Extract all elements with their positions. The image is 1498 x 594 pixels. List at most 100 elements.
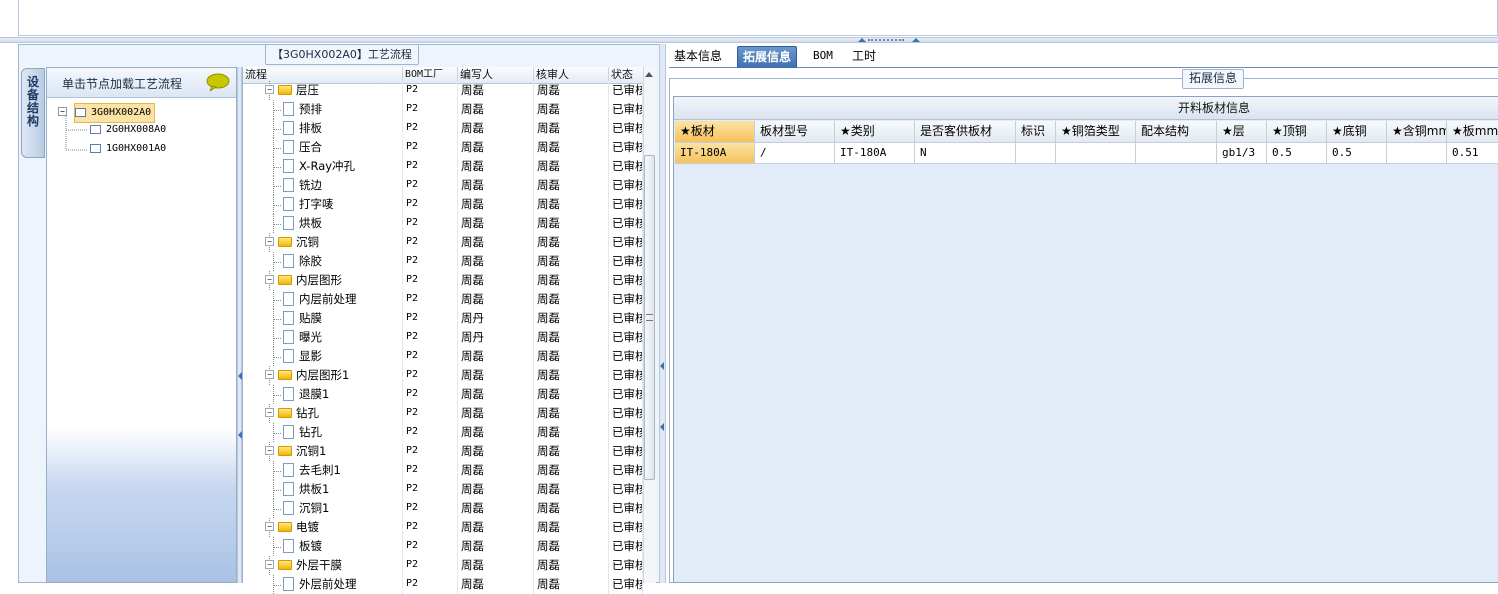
reviewer-cell: 周磊	[534, 176, 609, 195]
tree-node-child[interactable]: 2G0HX008A0	[90, 121, 166, 139]
tree-expander-icon[interactable]: −	[58, 107, 67, 116]
tree-expander-icon[interactable]: −	[265, 446, 274, 455]
collapse-left-icon[interactable]	[660, 423, 664, 431]
tree-expander-icon[interactable]: −	[265, 522, 274, 531]
bom-cell: P2	[403, 233, 458, 252]
material-cell[interactable]: N	[915, 143, 1016, 164]
process-name: 退膜1	[299, 387, 330, 401]
status-cell: 已审核	[609, 556, 643, 575]
table-row[interactable]: X-Ray冲孔P2周磊周磊已审核	[243, 157, 643, 176]
table-row[interactable]: 烘板P2周磊周磊已审核	[243, 214, 643, 233]
reviewer-cell: 周磊	[534, 100, 609, 119]
horizontal-splitter[interactable]	[0, 37, 1498, 43]
table-row[interactable]: −电镀P2周磊周磊已审核	[243, 518, 643, 537]
node-icon	[90, 124, 101, 134]
table-row[interactable]: 外层前处理P2周磊周磊已审核	[243, 575, 643, 594]
material-column-header[interactable]: 标识	[1016, 121, 1056, 143]
material-cell[interactable]	[1056, 143, 1136, 164]
main-vertical-splitter[interactable]	[659, 44, 666, 583]
table-row[interactable]: 去毛刺1P2周磊周磊已审核	[243, 461, 643, 480]
tree-expander-icon[interactable]: −	[265, 237, 274, 246]
tree-expander-icon[interactable]: −	[265, 85, 274, 94]
tree-expander-icon[interactable]: −	[265, 560, 274, 569]
tab-bom[interactable]: BOM	[808, 46, 838, 68]
writer-cell: 周丹	[458, 328, 534, 347]
writer-cell: 周磊	[458, 385, 534, 404]
material-column-header[interactable]: ★板mm	[1447, 121, 1498, 143]
table-row[interactable]: 退膜1P2周磊周磊已审核	[243, 385, 643, 404]
chat-bubble-icon[interactable]	[206, 73, 230, 91]
table-row[interactable]: 贴膜 P2周丹周磊已审核	[243, 309, 643, 328]
process-cell: 内层前处理	[243, 290, 403, 309]
tree-node-root[interactable]: 3G0HX002A0	[74, 103, 156, 123]
material-column-header[interactable]: 板材型号	[755, 121, 835, 143]
material-column-header[interactable]: ★含铜mm	[1387, 121, 1447, 143]
table-row[interactable]: 排板P2周磊周磊已审核	[243, 119, 643, 138]
table-row[interactable]: 预排P2周磊周磊已审核	[243, 100, 643, 119]
table-row[interactable]: 除胶P2周磊周磊已审核	[243, 252, 643, 271]
material-cell[interactable]: 0.5	[1327, 143, 1387, 164]
table-row[interactable]: −内层图形P2周磊周磊已审核	[243, 271, 643, 290]
status-cell: 已审核	[609, 214, 643, 233]
table-row[interactable]: −内层图形1P2周磊周磊已审核	[243, 366, 643, 385]
material-column-header[interactable]: ★顶铜	[1267, 121, 1327, 143]
material-column-header[interactable]: 是否客供板材	[915, 121, 1016, 143]
document-icon	[283, 139, 294, 154]
writer-cell: 周磊	[458, 442, 534, 461]
material-cell[interactable]	[1136, 143, 1217, 164]
material-column-header[interactable]: ★层	[1217, 121, 1267, 143]
tree-expander-icon[interactable]: −	[265, 275, 274, 284]
material-cell[interactable]: 0.5	[1267, 143, 1327, 164]
process-name: 电镀	[296, 520, 319, 534]
table-row[interactable]: 板镀P2周磊周磊已审核	[243, 537, 643, 556]
bom-cell: P2	[403, 480, 458, 499]
collapse-left-icon[interactable]	[660, 362, 664, 370]
tab-extended-info[interactable]: 拓展信息	[737, 46, 798, 68]
bom-cell: P2	[403, 290, 458, 309]
table-row[interactable]: −钻孔P2周磊周磊已审核	[243, 404, 643, 423]
table-row[interactable]: 压合P2周磊周磊已审核	[243, 138, 643, 157]
status-cell: 已审核	[609, 499, 643, 518]
material-cell[interactable]: /	[755, 143, 835, 164]
tree-node-label: 1G0HX001A0	[106, 143, 167, 154]
table-row[interactable]: −沉铜1P2周磊周磊已审核	[243, 442, 643, 461]
material-column-header[interactable]: 配本结构	[1136, 121, 1217, 143]
splitter-grip-icon[interactable]	[868, 39, 904, 42]
splitter-arrow-right-icon[interactable]	[912, 38, 920, 42]
table-row[interactable]: −外层干膜P2周磊周磊已审核	[243, 556, 643, 575]
folder-icon	[278, 274, 292, 285]
tab-work-hours[interactable]: 工时	[847, 46, 881, 68]
material-cell[interactable]: gb1/3	[1217, 143, 1267, 164]
process-cell: 除胶	[243, 252, 403, 271]
tree-node-child[interactable]: 1G0HX001A0	[90, 140, 166, 158]
material-column-header[interactable]: ★铜箔类型	[1056, 121, 1136, 143]
table-row[interactable]: 显影P2周磊周磊已审核	[243, 347, 643, 366]
table-row[interactable]: 铣边P2周磊周磊已审核	[243, 176, 643, 195]
table-row[interactable]: −层压P2周磊周磊已审核	[243, 81, 643, 100]
material-cell[interactable]: IT-180A	[835, 143, 915, 164]
writer-cell: 周磊	[458, 290, 534, 309]
material-cell[interactable]	[1387, 143, 1447, 164]
splitter-arrow-left-icon[interactable]	[858, 38, 866, 42]
table-row[interactable]: 打字唛P2周磊周磊已审核	[243, 195, 643, 214]
material-cell[interactable]: 0.51	[1447, 143, 1498, 164]
table-row[interactable]: −沉铜P2周磊周磊已审核	[243, 233, 643, 252]
process-name: 内层图形1	[296, 368, 350, 382]
table-row[interactable]: 曝光 P2周丹周磊已审核	[243, 328, 643, 347]
material-column-header[interactable]: ★类别	[835, 121, 915, 143]
table-row[interactable]: 烘板1P2周磊周磊已审核	[243, 480, 643, 499]
table-row[interactable]: 沉铜1P2周磊周磊已审核	[243, 499, 643, 518]
status-cell: 已审核	[609, 423, 643, 442]
material-cell[interactable]	[1016, 143, 1056, 164]
writer-cell: 周磊	[458, 404, 534, 423]
table-row[interactable]: 钻孔P2周磊周磊已审核	[243, 423, 643, 442]
material-column-header[interactable]: ★底铜	[1327, 121, 1387, 143]
material-column-header[interactable]: ★板材	[675, 121, 755, 143]
material-cell[interactable]: IT-180A	[675, 143, 755, 164]
tree-expander-icon[interactable]: −	[265, 370, 274, 379]
tab-basic-info[interactable]: 基本信息	[669, 46, 727, 68]
process-cell: − 沉铜	[243, 233, 403, 252]
scroll-up-arrow-icon[interactable]	[645, 72, 653, 77]
table-row[interactable]: 内层前处理P2周磊周磊已审核	[243, 290, 643, 309]
tree-expander-icon[interactable]: −	[265, 408, 274, 417]
